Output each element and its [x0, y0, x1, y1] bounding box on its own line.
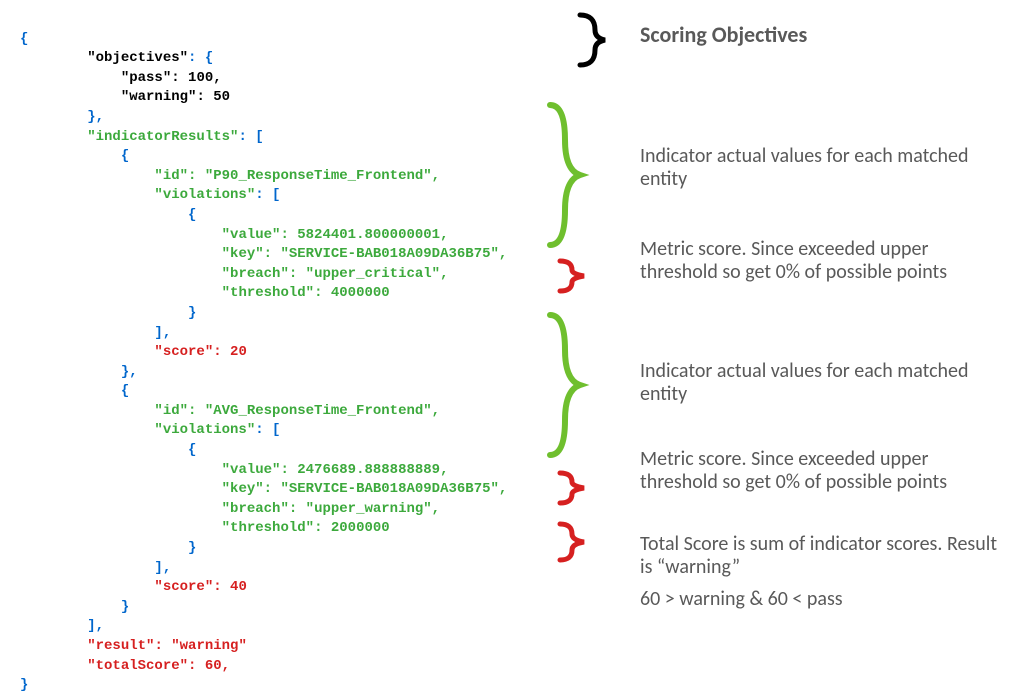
- id2-val: : "AVG_ResponseTime_Frontend",: [188, 403, 440, 419]
- p: ],: [87, 618, 104, 634]
- brace-icon: [540, 310, 600, 460]
- breach1-val: : "upper_critical",: [289, 266, 449, 282]
- p: }: [188, 540, 196, 556]
- result-key: "result": [87, 638, 154, 654]
- brace-icon: [540, 100, 600, 250]
- indicator-results-key: "indicatorResults": [87, 129, 238, 145]
- p: : [: [255, 422, 280, 438]
- key-key: "key": [222, 246, 264, 262]
- key-key: "key": [222, 481, 264, 497]
- value-key: "value": [222, 227, 281, 243]
- value-key: "value": [222, 462, 281, 478]
- result-val: : "warning": [154, 638, 246, 654]
- brace-open: {: [20, 31, 28, 47]
- score-key: "score": [154, 579, 213, 595]
- json-code-block: { "objectives": { "pass": 100, "warning"…: [20, 10, 580, 696]
- brace-icon: [550, 470, 610, 506]
- brace-icon: [550, 258, 610, 294]
- threshold-key: "threshold": [222, 520, 314, 536]
- ann-indicator-values-1: Indicator actual values for each matched…: [640, 145, 1010, 191]
- value1-val: : 5824401.800000001,: [280, 227, 448, 243]
- p: {: [188, 207, 196, 223]
- ann-scoring-objectives: Scoring Objectives: [640, 22, 807, 47]
- ann-total-score: Total Score is sum of indicator scores. …: [640, 533, 1010, 579]
- pass-key: "pass": [121, 70, 171, 86]
- totalscore-key: "totalScore": [87, 658, 188, 674]
- p: : {: [188, 50, 213, 66]
- key2-val: : "SERVICE-BAB018A09DA36B75",: [264, 481, 508, 497]
- id-key: "id": [154, 403, 188, 419]
- key1-val: : "SERVICE-BAB018A09DA36B75",: [264, 246, 508, 262]
- p: {: [121, 383, 129, 399]
- warning-val: : 50: [196, 89, 230, 105]
- p: {: [188, 442, 196, 458]
- value2-val: : 2476689.888888889,: [280, 462, 448, 478]
- p: : [: [255, 187, 280, 203]
- breach-key: "breach": [222, 266, 289, 282]
- ann-metric-score-1: Metric score. Since exceeded upper thres…: [640, 238, 1010, 284]
- violations-key: "violations": [154, 187, 255, 203]
- pass-val: : 100,: [171, 70, 221, 86]
- p: ],: [154, 560, 171, 576]
- id-key: "id": [154, 168, 188, 184]
- score1-val: : 20: [213, 344, 247, 360]
- warning-key: "warning": [121, 89, 197, 105]
- ann-indicator-values-2: Indicator actual values for each matched…: [640, 360, 1010, 406]
- threshold1-val: : 4000000: [314, 285, 390, 301]
- breach-key: "breach": [222, 501, 289, 517]
- ann-metric-score-2: Metric score. Since exceeded upper thres…: [640, 448, 1010, 494]
- brace-close: }: [20, 677, 28, 693]
- breach2-val: : "upper_warning",: [289, 501, 440, 517]
- p: }: [188, 305, 196, 321]
- brace-icon: [550, 520, 610, 564]
- p: },: [121, 364, 138, 380]
- totalscore-val: : 60,: [188, 658, 230, 674]
- brace-icon: [570, 10, 630, 70]
- p: : [: [238, 129, 263, 145]
- p: {: [121, 148, 129, 164]
- threshold-key: "threshold": [222, 285, 314, 301]
- threshold2-val: : 2000000: [314, 520, 390, 536]
- score2-val: : 40: [213, 579, 247, 595]
- p: ],: [154, 325, 171, 341]
- p: },: [87, 109, 104, 125]
- score-key: "score": [154, 344, 213, 360]
- objectives-key: "objectives": [87, 50, 188, 66]
- violations-key: "violations": [154, 422, 255, 438]
- p: }: [121, 599, 129, 615]
- id1-val: : "P90_ResponseTime_Frontend",: [188, 168, 440, 184]
- ann-comparison: 60 > warning & 60 < pass: [640, 588, 843, 611]
